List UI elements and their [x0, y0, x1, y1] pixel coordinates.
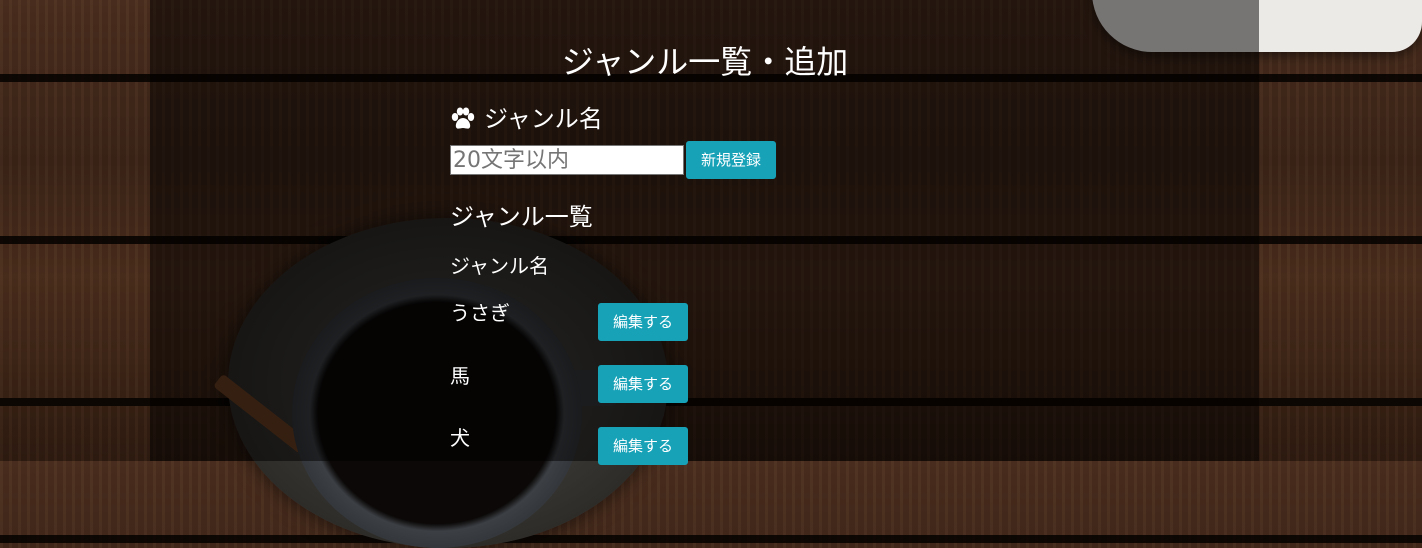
genre-list-heading: ジャンル一覧 [450, 203, 593, 231]
edit-button[interactable]: 編集する [598, 427, 688, 465]
genre-row-name: 犬 [450, 426, 470, 450]
edit-button[interactable]: 編集する [598, 365, 688, 403]
genre-name-column-header: ジャンル名 [450, 254, 549, 278]
genre-name-label: ジャンル名 [450, 101, 603, 137]
paw-icon [451, 107, 475, 129]
genre-row-name: 馬 [450, 364, 470, 388]
register-button[interactable]: 新規登録 [686, 141, 776, 179]
page-title: ジャンル一覧・追加 [561, 43, 849, 81]
genre-name-label-text: ジャンル名 [484, 105, 603, 133]
edit-button[interactable]: 編集する [598, 303, 688, 341]
genre-name-input[interactable] [450, 145, 684, 175]
genre-row-name: うさぎ [450, 301, 510, 325]
main-content: ジャンル一覧・追加 ジャンル名 新規登録 ジャンル一覧 ジャンル名 うさぎ 編集… [0, 0, 1422, 465]
